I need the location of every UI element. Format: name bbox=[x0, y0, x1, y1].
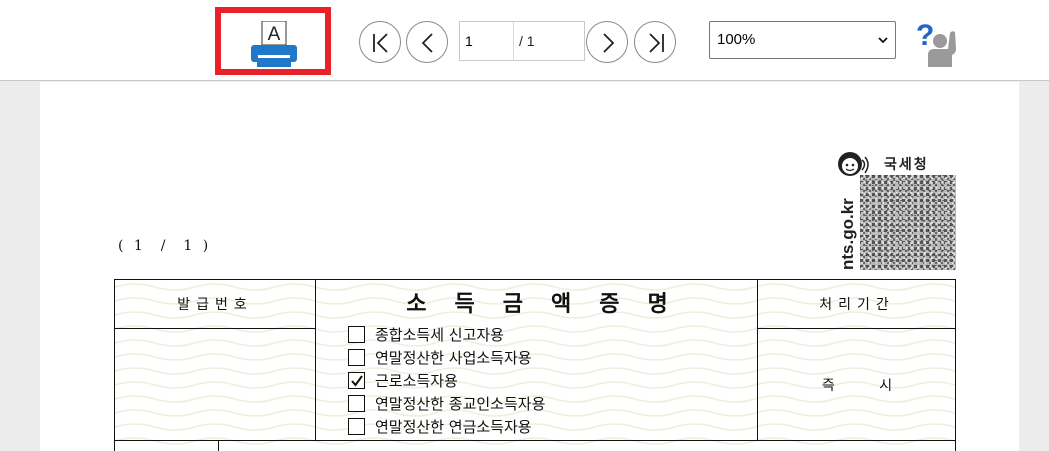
form-divider bbox=[115, 440, 955, 441]
svg-text:?: ? bbox=[916, 19, 934, 52]
checkmark-icon bbox=[351, 375, 363, 387]
first-page-icon bbox=[373, 33, 388, 53]
previous-page-button[interactable] bbox=[406, 21, 448, 63]
help-icon: ? bbox=[916, 19, 956, 67]
processing-period-label: 처리기간 bbox=[819, 297, 895, 313]
purpose-label: 연말정산한 종교인소득자용 bbox=[375, 395, 546, 413]
purpose-checkbox[interactable] bbox=[348, 395, 365, 412]
purpose-checkbox[interactable] bbox=[348, 372, 365, 389]
viewer-toolbar: A / 1 100% bbox=[0, 0, 1049, 81]
page-navigator: / 1 bbox=[459, 21, 585, 61]
form-title: 소득금액증명 bbox=[406, 291, 696, 317]
print-button[interactable]: A bbox=[215, 7, 331, 75]
purpose-checkbox[interactable] bbox=[348, 349, 365, 366]
zoom-value: 100% bbox=[717, 31, 756, 48]
next-page-button[interactable] bbox=[586, 21, 628, 63]
form-divider bbox=[757, 328, 955, 329]
purpose-label: 종합소득세 신고자용 bbox=[375, 326, 504, 344]
purpose-label: 연말정산한 연금소득자용 bbox=[375, 418, 532, 436]
agency-site: nts.go.kr bbox=[838, 198, 857, 270]
previous-page-icon bbox=[421, 33, 433, 53]
document-page: 국세청 nts.go.kr (1 / 1) 발급번호 소득금액증명 처리기간… bbox=[40, 82, 1019, 451]
last-page-button[interactable] bbox=[634, 21, 676, 63]
next-page-icon bbox=[603, 33, 615, 53]
help-button[interactable]: ? bbox=[914, 19, 962, 69]
purpose-label: 근로소득자용 bbox=[375, 372, 458, 390]
page-number-input[interactable] bbox=[460, 22, 514, 60]
processing-period-value: 즉 시 bbox=[821, 378, 893, 394]
issue-number-label: 발급번호 bbox=[177, 297, 253, 313]
document-page-indicator: ( 1 / 1 ) bbox=[118, 238, 212, 254]
first-page-button[interactable] bbox=[359, 21, 401, 63]
form-divider bbox=[218, 440, 219, 451]
agency-logo-block: 국세청 nts.go.kr bbox=[835, 150, 960, 272]
print-icon: A bbox=[251, 21, 297, 67]
last-page-icon bbox=[649, 33, 664, 53]
qr-code bbox=[860, 175, 956, 270]
form-divider bbox=[115, 328, 316, 329]
svg-text:A: A bbox=[268, 24, 281, 45]
purpose-checkbox[interactable] bbox=[348, 418, 365, 435]
zoom-select[interactable]: 100% bbox=[709, 21, 896, 59]
page-total-label: / 1 bbox=[519, 33, 535, 49]
income-certificate-form: 발급번호 소득금액증명 처리기간 즉 시 종합소득세 신고자용 연말정산한 사업… bbox=[114, 279, 956, 451]
agency-name: 국세청 bbox=[884, 157, 929, 173]
purpose-label: 연말정산한 사업소득자용 bbox=[375, 349, 532, 367]
purpose-checkbox[interactable] bbox=[348, 326, 365, 343]
chevron-down-icon bbox=[878, 37, 888, 44]
